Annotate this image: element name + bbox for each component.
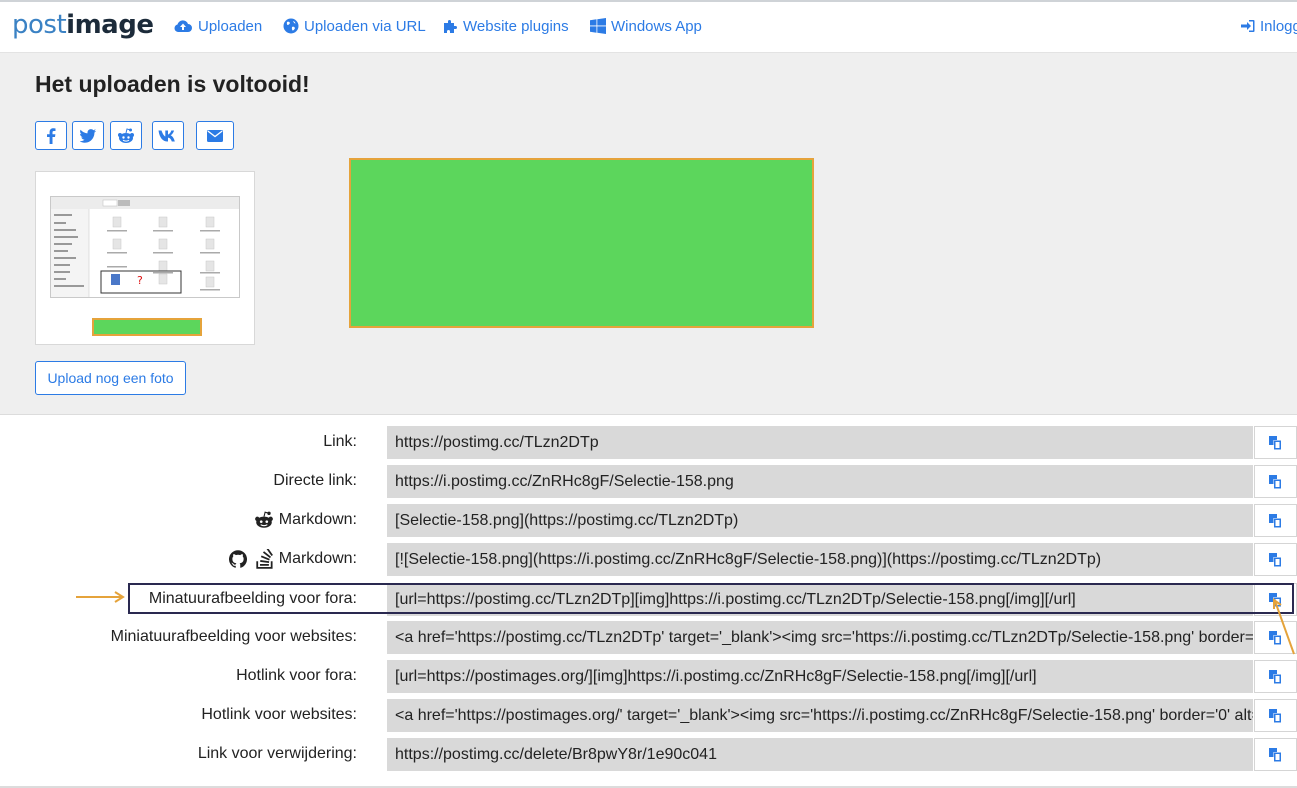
copy-icon — [1269, 513, 1282, 528]
nav-upload-label: Uploaden — [198, 17, 263, 35]
copy-markdown-github-button[interactable] — [1254, 543, 1297, 576]
reddit-icon — [118, 127, 134, 143]
brand-part-2: image — [66, 10, 154, 40]
markdown-reddit-label: Markdown: — [254, 505, 357, 535]
nav-windows-app[interactable]: Windows App — [590, 16, 702, 36]
nav-upload-url-label: Uploaden via URL — [304, 17, 426, 35]
thumbnail-forum-field[interactable]: [url=https://postimg.cc/TLzn2DTp][img]ht… — [387, 583, 1253, 616]
copy-delete-link-button[interactable] — [1254, 738, 1297, 771]
thumbnail-highlight-bar — [92, 318, 202, 336]
stackoverflow-icon — [256, 549, 273, 569]
link-field[interactable]: https://postimg.cc/TLzn2DTp — [387, 426, 1253, 459]
hotlink-website-label: Hotlink voor websites: — [201, 706, 357, 723]
copy-icon — [1269, 474, 1282, 489]
copy-icon — [1269, 669, 1282, 684]
annotation-arrow-icon — [76, 591, 125, 603]
markdown-reddit-label-text: Markdown: — [278, 511, 357, 528]
hotlink-forum-field[interactable]: [url=https://postimages.org/][img]https:… — [387, 660, 1253, 693]
nav-upload-url[interactable]: Uploaden via URL — [283, 16, 426, 36]
direct-link-label: Directe link: — [273, 472, 357, 489]
thumbnail-file-manager-graphic: ? — [51, 197, 239, 297]
hotlink-forum-label: Hotlink voor fora: — [236, 667, 357, 684]
copy-icon — [1269, 747, 1282, 762]
share-vk-button[interactable] — [152, 121, 184, 150]
share-facebook-button[interactable] — [35, 121, 67, 150]
nav-login-label: Inlogg — [1260, 17, 1297, 35]
envelope-icon — [207, 129, 223, 142]
image-preview — [349, 158, 814, 328]
share-twitter-button[interactable] — [72, 121, 104, 150]
upload-again-button[interactable]: Upload nog een foto — [35, 361, 186, 395]
brand-logo[interactable]: post image — [12, 10, 154, 40]
markdown-github-label-text: Markdown: — [278, 550, 357, 567]
nav-windows-app-label: Windows App — [611, 17, 702, 35]
hotlink-website-field[interactable]: <a href='https://postimages.org/' target… — [387, 699, 1253, 732]
thumbnail-website-label: Miniatuurafbeelding voor websites: — [110, 628, 357, 645]
svg-text:?: ? — [137, 274, 143, 287]
navbar: post image Uploaden Uploaden via URL Webs… — [0, 2, 1297, 53]
facebook-icon — [47, 127, 56, 144]
windows-icon — [590, 18, 606, 34]
nav-upload[interactable]: Uploaden — [173, 16, 262, 36]
sign-in-icon — [1241, 20, 1255, 32]
cloud-upload-icon — [174, 20, 192, 32]
image-thumbnail[interactable]: ? — [35, 171, 255, 345]
markdown-github-field[interactable]: [![Selectie-158.png](https://i.postimg.c… — [387, 543, 1253, 576]
github-icon — [228, 550, 247, 568]
reddit-icon — [254, 511, 273, 528]
delete-link-label: Link voor verwijdering: — [197, 745, 357, 762]
brand-part-1: post — [12, 10, 67, 40]
annotation-arrow-icon — [1273, 598, 1295, 655]
copy-hotlink-forum-button[interactable] — [1254, 660, 1297, 693]
share-reddit-button[interactable] — [110, 121, 142, 150]
nav-website-plugins[interactable]: Website plugins — [442, 16, 569, 36]
copy-icon — [1269, 435, 1282, 450]
markdown-github-label: Markdown: — [228, 544, 357, 574]
copy-icon — [1269, 708, 1282, 723]
link-label: Link: — [323, 433, 357, 450]
delete-link-field[interactable]: https://postimg.cc/delete/Br8pwY8r/1e90c… — [387, 738, 1253, 771]
puzzle-icon — [444, 20, 457, 33]
share-email-button[interactable] — [196, 121, 234, 150]
copy-direct-link-button[interactable] — [1254, 465, 1297, 498]
copy-link-button[interactable] — [1254, 426, 1297, 459]
thumbnail-screenshot-preview: ? — [50, 196, 240, 298]
thumbnail-forum-label: Minatuurafbeelding voor fora: — [148, 590, 357, 607]
copy-hotlink-website-button[interactable] — [1254, 699, 1297, 732]
copy-markdown-reddit-button[interactable] — [1254, 504, 1297, 537]
page-title: Het uploaden is voltooid! — [35, 71, 310, 97]
nav-login[interactable]: Inlogg — [1241, 16, 1297, 36]
direct-link-field[interactable]: https://i.postimg.cc/ZnRHc8gF/Selectie-1… — [387, 465, 1253, 498]
copy-icon — [1269, 552, 1282, 567]
globe-icon — [283, 18, 299, 34]
thumbnail-website-field[interactable]: <a href='https://postimg.cc/TLzn2DTp' ta… — [387, 621, 1253, 654]
markdown-reddit-field[interactable]: [Selectie-158.png](https://postimg.cc/TL… — [387, 504, 1253, 537]
vk-icon — [158, 130, 175, 141]
nav-website-plugins-label: Website plugins — [463, 17, 569, 35]
twitter-icon — [80, 128, 96, 143]
